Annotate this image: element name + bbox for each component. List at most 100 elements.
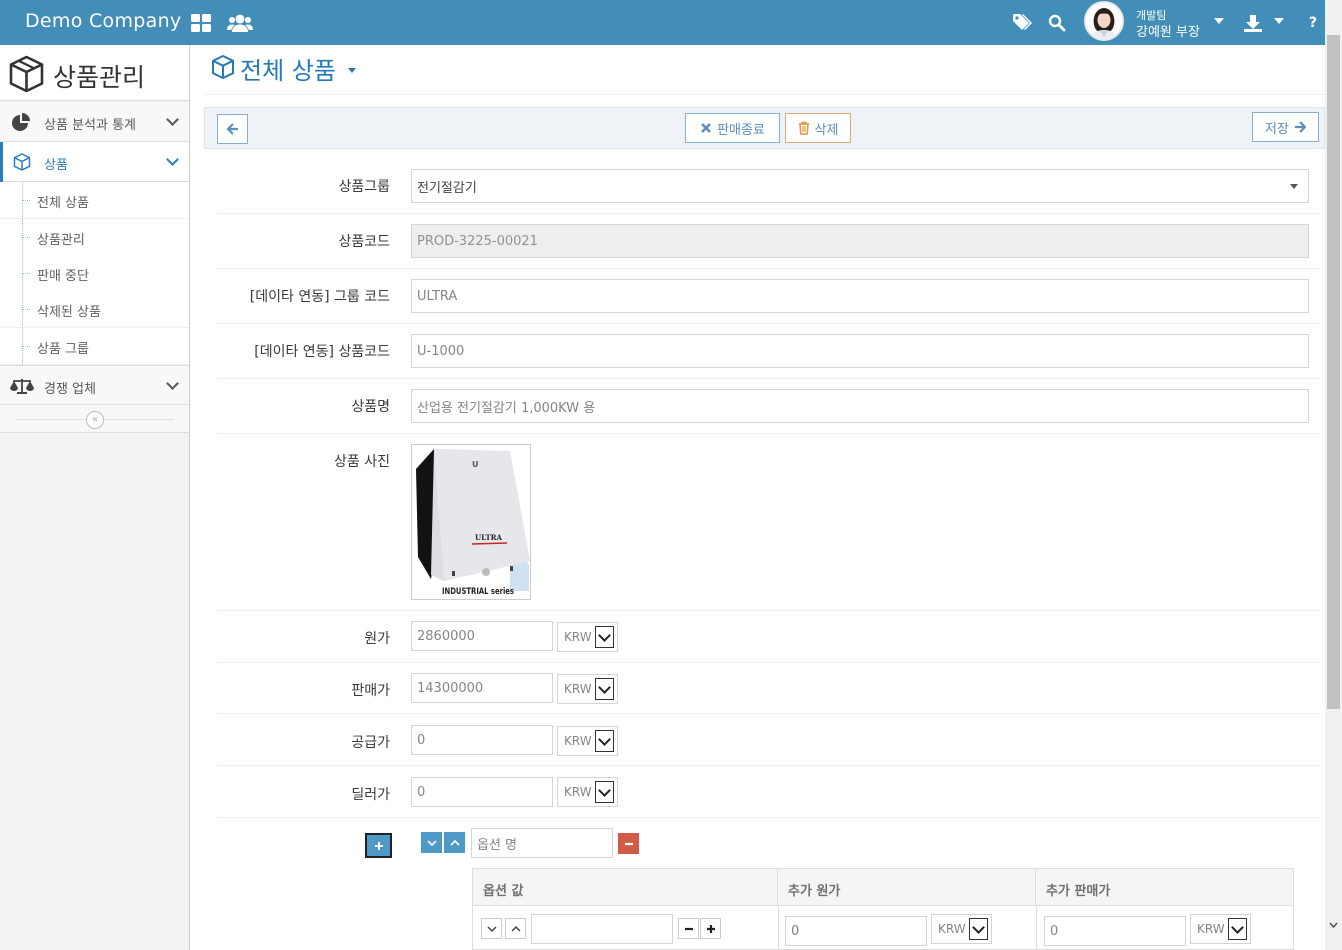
sidebar-subitem-discontinued[interactable]: 판매 중단: [0, 255, 189, 292]
currency-value: KRW: [564, 630, 592, 644]
link-group-label: [데이타 연동] 그룹 코드: [249, 289, 390, 305]
currency-value: KRW: [1197, 922, 1225, 936]
currency-value: KRW: [564, 682, 592, 696]
user-menu-caret-icon[interactable]: [1214, 17, 1224, 25]
page-title[interactable]: 전체 상품: [240, 51, 336, 86]
chevron-down-icon: [1228, 918, 1247, 940]
tags-icon[interactable]: [1012, 11, 1034, 35]
sidebar-subitem-label: 삭제된 상품: [37, 305, 101, 320]
arrow-left-icon: [226, 123, 238, 135]
plus-icon: [374, 841, 383, 850]
row-divider: [216, 213, 1320, 214]
chevron-up-icon: [449, 839, 460, 846]
stop-sale-label: 판매종료: [717, 122, 765, 138]
users-icon[interactable]: [227, 11, 253, 35]
cube-icon: [211, 54, 235, 84]
dealer-price-input[interactable]: 0: [411, 777, 553, 807]
back-button[interactable]: [217, 114, 248, 144]
chevron-down-icon: [426, 839, 437, 846]
extra-cost-input[interactable]: 0: [785, 916, 927, 946]
option-name-placeholder: 옵션 명: [477, 837, 518, 853]
sidebar-item-competitors[interactable]: 경쟁 업체: [0, 365, 189, 405]
sidebar-item-products[interactable]: 상품: [0, 142, 189, 182]
value-move-down-button[interactable]: [481, 918, 502, 939]
avatar[interactable]: [1084, 1, 1124, 41]
currency-value: KRW: [564, 785, 592, 799]
supply-currency-select[interactable]: KRW: [557, 726, 618, 756]
stop-sale-button[interactable]: 판매종료: [685, 113, 780, 143]
delete-label: 삭제: [814, 122, 839, 138]
close-icon: [701, 123, 711, 133]
sidebar-item-statistics[interactable]: 상품 분석과 통계: [0, 102, 189, 142]
sidebar-subitem-label: 상품관리: [37, 233, 85, 248]
sidebar-subitem-product-group[interactable]: 상품 그룹: [0, 328, 189, 365]
group-select[interactable]: 전기절감기: [411, 169, 1309, 203]
add-option-button[interactable]: [365, 833, 392, 858]
collapse-sidebar-button[interactable]: «: [86, 411, 104, 429]
search-icon[interactable]: [1048, 11, 1066, 35]
extra-sale-header: 추가 판매가: [1036, 869, 1293, 906]
supply-price-input[interactable]: 0: [411, 725, 553, 755]
chevron-down-icon: [1290, 184, 1298, 189]
sidebar-subitem-all-products[interactable]: 전체 상품: [0, 182, 189, 219]
sale-currency-select[interactable]: KRW: [557, 674, 618, 704]
currency-value: KRW: [938, 922, 966, 936]
cost-currency-select[interactable]: KRW: [557, 622, 618, 652]
sidebar-subitem-label: 전체 상품: [37, 196, 89, 211]
row-divider: [216, 817, 1320, 818]
move-up-button[interactable]: [444, 832, 465, 853]
brand-name[interactable]: Demo Company: [25, 10, 181, 32]
row-divider: [216, 765, 1320, 766]
chevron-down-icon: [969, 918, 988, 940]
grid-icon[interactable]: [190, 11, 212, 35]
cube-icon: [8, 55, 45, 97]
product-form: [204, 149, 1325, 950]
chevron-up-icon: [510, 925, 521, 932]
sidebar-subitem-deleted[interactable]: 삭제된 상품: [0, 291, 189, 328]
photo-caption-text: INDUSTRIAL series: [442, 587, 514, 597]
chevron-down-icon: [166, 153, 179, 166]
option-value-input[interactable]: [531, 914, 673, 944]
save-button[interactable]: 저장: [1252, 112, 1319, 142]
sidebar-subitem-label: 상품 그룹: [37, 342, 89, 357]
link-group-code-input[interactable]: ULTRA: [411, 279, 1309, 313]
scrollbar-thumb[interactable]: [1327, 35, 1340, 709]
option-name-input[interactable]: 옵션 명: [471, 828, 613, 858]
remove-option-button[interactable]: [618, 833, 639, 854]
user-name[interactable]: 강예원 부장: [1136, 21, 1200, 40]
link-product-code-input[interactable]: U-1000: [411, 334, 1309, 368]
remove-value-button[interactable]: [678, 918, 699, 939]
extra-sale-currency-select[interactable]: KRW: [1190, 914, 1251, 944]
extra-sale-input[interactable]: 0: [1044, 916, 1186, 946]
sidebar-subitem-product-management[interactable]: 상품관리: [0, 219, 189, 256]
top-navbar: Demo Company 개발팀 강예원 부장 ?: [0, 0, 1342, 45]
add-value-button[interactable]: [700, 918, 721, 939]
arrow-right-icon: [1294, 121, 1306, 133]
sale-price-input[interactable]: 14300000: [411, 673, 553, 703]
product-image: U ULTRA INDUSTRIAL series: [412, 445, 530, 599]
plus-icon: [706, 924, 715, 933]
sidebar-header: 상품관리: [0, 45, 189, 101]
delete-button[interactable]: 삭제: [785, 113, 851, 143]
title-divider: [204, 94, 1325, 95]
value-move-up-button[interactable]: [505, 918, 526, 939]
dealer-currency-select[interactable]: KRW: [557, 777, 618, 807]
extra-cost-currency-select[interactable]: KRW: [931, 914, 992, 944]
cost-input[interactable]: 2860000: [411, 621, 553, 651]
scroll-down-icon[interactable]: [1329, 921, 1338, 930]
help-icon[interactable]: ?: [1309, 11, 1317, 35]
title-caret-icon[interactable]: [348, 68, 356, 73]
product-photo[interactable]: U ULTRA INDUSTRIAL series: [411, 444, 531, 600]
product-name-input[interactable]: 산업용 전기절감기 1,000KW 용: [411, 389, 1309, 423]
product-code-field: PROD-3225-00021: [411, 224, 1309, 258]
chevron-down-icon: [486, 925, 497, 932]
download-menu-caret-icon[interactable]: [1274, 17, 1284, 25]
table-divider: [778, 906, 779, 950]
currency-value: KRW: [564, 734, 592, 748]
move-down-button[interactable]: [421, 832, 442, 853]
chevron-down-icon: [595, 781, 614, 803]
page-scrollbar[interactable]: [1325, 0, 1342, 950]
code-label: 상품코드: [338, 234, 390, 250]
minus-icon: [624, 842, 633, 845]
download-icon[interactable]: [1244, 11, 1262, 35]
